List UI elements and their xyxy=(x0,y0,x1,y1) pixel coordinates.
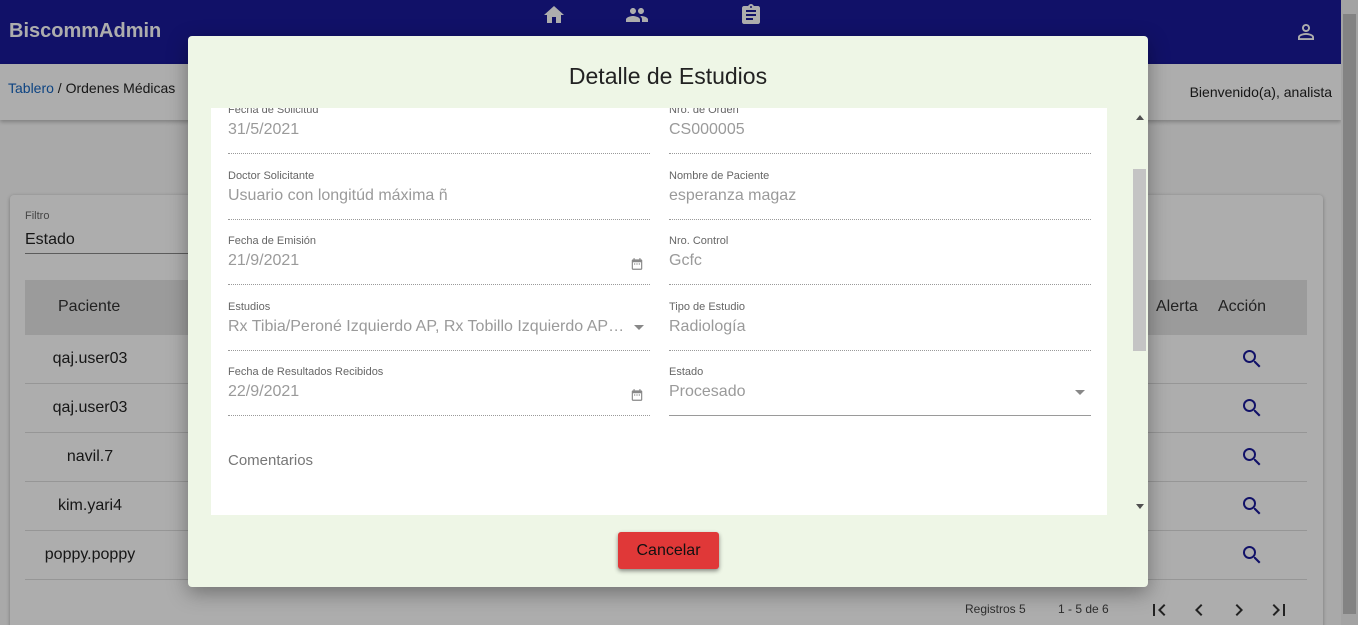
study-type-field[interactable]: Tipo de Estudio Radiología xyxy=(669,301,1091,351)
field-value: 22/9/2021 xyxy=(228,383,300,400)
studies-select[interactable]: Estudios Rx Tibia/Peroné Izquierdo AP, R… xyxy=(228,301,650,351)
field-value: Radiología xyxy=(669,318,746,335)
field-label: Nro. de Orden xyxy=(669,108,739,116)
field-value: Usuario con longitúd máxima ñ xyxy=(228,187,448,204)
status-select[interactable]: Estado Procesado xyxy=(669,366,1091,416)
field-label: Doctor Solicitante xyxy=(228,170,315,182)
dialog-content: Fecha de Solicitud 31/5/2021 Nro. de Ord… xyxy=(211,108,1107,515)
scroll-up-icon[interactable] xyxy=(1136,115,1144,120)
field-label: Estado xyxy=(669,366,704,378)
field-label: Tipo de Estudio xyxy=(669,301,746,313)
field-label: Fecha de Resultados Recibidos xyxy=(228,366,384,378)
issue-date-field[interactable]: Fecha de Emisión 21/9/2021 xyxy=(228,235,650,285)
order-number-field[interactable]: Nro. de Orden CS000005 xyxy=(669,108,1091,154)
dialog-scrollbar[interactable] xyxy=(1132,108,1148,515)
field-value: Gcfc xyxy=(669,252,702,269)
calendar-icon[interactable] xyxy=(630,388,644,402)
calendar-icon[interactable] xyxy=(630,257,644,271)
comments-textarea[interactable]: Comentarios xyxy=(228,452,313,469)
control-number-field[interactable]: Nro. Control Gcfc xyxy=(669,235,1091,285)
patient-name-field[interactable]: Nombre de Paciente esperanza magaz xyxy=(669,170,1091,220)
field-value: esperanza magaz xyxy=(669,187,797,204)
field-label: Nro. Control xyxy=(669,235,729,247)
field-label: Estudios xyxy=(228,301,271,313)
request-date-field[interactable]: Fecha de Solicitud 31/5/2021 xyxy=(228,108,650,154)
requesting-doctor-field[interactable]: Doctor Solicitante Usuario con longitúd … xyxy=(228,170,650,220)
chevron-down-icon[interactable] xyxy=(634,325,644,330)
field-value: 21/9/2021 xyxy=(228,252,300,269)
field-label: Nombre de Paciente xyxy=(669,170,770,182)
field-value: CS000005 xyxy=(669,121,745,138)
dialog-scrollbar-thumb[interactable] xyxy=(1133,169,1146,351)
field-value: Rx Tibia/Peroné Izquierdo AP, Rx Tobillo… xyxy=(228,318,628,335)
results-date-field[interactable]: Fecha de Resultados Recibidos 22/9/2021 xyxy=(228,366,650,416)
study-detail-dialog: Detalle de Estudios Fecha de Solicitud 3… xyxy=(188,36,1148,587)
dialog-title: Detalle de Estudios xyxy=(568,63,768,89)
field-value: 31/5/2021 xyxy=(228,121,300,138)
scroll-down-icon[interactable] xyxy=(1136,504,1144,509)
field-label: Fecha de Solicitud xyxy=(228,108,319,116)
cancel-button[interactable]: Cancelar xyxy=(618,532,719,569)
field-label: Fecha de Emisión xyxy=(228,235,317,247)
chevron-down-icon[interactable] xyxy=(1075,390,1085,395)
field-value: Procesado xyxy=(669,383,746,400)
